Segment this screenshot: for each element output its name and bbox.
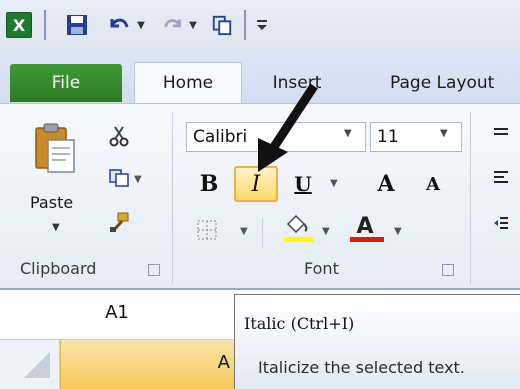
tooltip-description: Italicize the selected text. (258, 358, 465, 377)
decrease-indent-icon[interactable] (488, 212, 514, 236)
clipboard-dialog-launcher-icon[interactable] (148, 264, 160, 276)
copy-dropdown-icon[interactable]: ▼ (134, 174, 142, 185)
underline-dropdown-icon[interactable]: ▼ (330, 178, 338, 189)
tooltip-title: Italic (Ctrl+I) (244, 314, 355, 333)
toolbar-separator (244, 10, 246, 40)
select-all-triangle-icon (24, 352, 50, 378)
cut-icon[interactable] (106, 124, 132, 148)
fill-color-dropdown-icon[interactable]: ▼ (322, 226, 330, 237)
bold-button[interactable]: B (194, 166, 224, 202)
align-top-icon[interactable] (488, 122, 514, 146)
shrink-font-button[interactable]: A (420, 166, 446, 202)
align-left-icon[interactable] (488, 166, 514, 190)
font-inner-separator (262, 218, 263, 248)
clipboard-group-label: Clipboard (20, 259, 97, 278)
column-header-a-label: A (217, 352, 230, 373)
fill-color-icon[interactable] (284, 212, 310, 236)
font-name-combobox[interactable]: Calibri (186, 122, 366, 152)
italic-button[interactable]: I (234, 166, 278, 202)
font-dialog-launcher-icon[interactable] (442, 264, 454, 276)
font-color-dropdown-icon[interactable]: ▼ (394, 226, 402, 237)
font-name-dropdown-icon[interactable]: ▼ (344, 128, 352, 139)
save-icon[interactable] (62, 12, 92, 38)
redo-dropdown-icon[interactable]: ▼ (186, 12, 200, 38)
name-box-value: A1 (105, 302, 129, 323)
ribbon-tabs: File Home Insert Page Layout (0, 48, 520, 103)
underline-button[interactable]: U (290, 166, 316, 202)
paste-icon[interactable] (34, 122, 76, 174)
undo-dropdown-icon[interactable]: ▼ (134, 12, 148, 38)
font-size-combobox[interactable]: 11 (370, 122, 462, 152)
excel-logo-icon[interactable]: X (6, 12, 32, 38)
fill-color-swatch (284, 237, 314, 242)
customize-qat-icon[interactable] (252, 12, 272, 38)
tab-home[interactable]: Home (134, 62, 242, 103)
font-group-label: Font (304, 259, 339, 278)
paste-button[interactable]: Paste (30, 193, 73, 212)
tab-file[interactable]: File (10, 64, 122, 102)
font-size-dropdown-icon[interactable]: ▼ (440, 128, 448, 139)
group-separator (172, 112, 173, 284)
copy-icon[interactable] (208, 12, 236, 38)
font-color-swatch (350, 237, 384, 242)
tab-page-layout[interactable]: Page Layout (380, 62, 520, 103)
format-painter-icon[interactable] (106, 210, 132, 234)
toolbar-separator (44, 10, 46, 40)
tab-insert[interactable]: Insert (252, 62, 342, 103)
group-separator (470, 112, 471, 284)
borders-icon[interactable] (194, 218, 220, 242)
undo-icon[interactable] (104, 12, 134, 38)
redo-icon[interactable] (160, 12, 186, 38)
borders-dropdown-icon[interactable]: ▼ (240, 226, 248, 237)
grow-font-button[interactable]: A (372, 166, 400, 202)
copy-icon[interactable] (106, 166, 132, 190)
paste-dropdown-icon[interactable]: ▼ (52, 222, 60, 233)
quick-access-toolbar: X ▼ ▼ (0, 0, 520, 48)
